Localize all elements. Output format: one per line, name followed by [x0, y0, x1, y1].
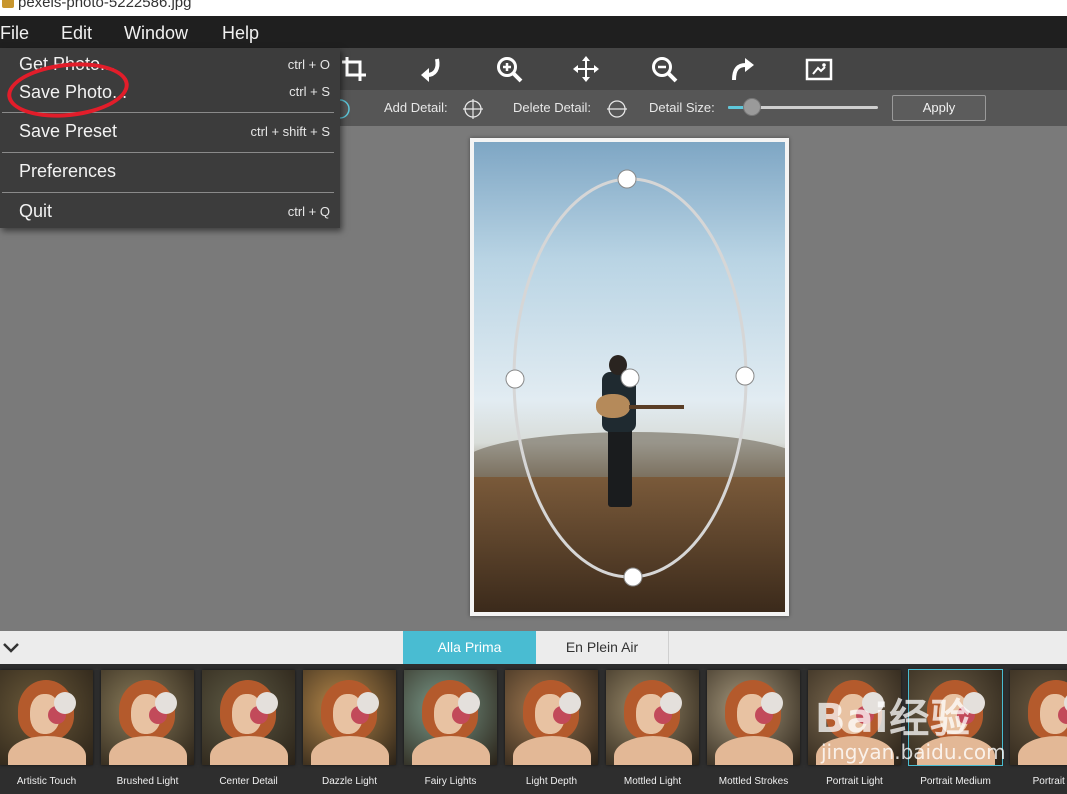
portrait-flower [761, 692, 783, 714]
preset-thumbnail[interactable] [303, 670, 396, 765]
rotate-left-button[interactable] [414, 52, 448, 86]
guitar [596, 394, 630, 418]
portrait-flower [256, 692, 278, 714]
save-preset-label: Save Preset [19, 121, 118, 141]
detail-size-slider-thumb[interactable] [743, 98, 761, 116]
preset-thumbnail[interactable] [606, 670, 699, 765]
crop-icon [342, 57, 366, 81]
app-icon [2, 0, 14, 8]
preset-label: Brushed Light [116, 776, 179, 787]
menu-file[interactable]: File [0, 21, 29, 45]
crop-button[interactable] [337, 52, 371, 86]
photo-preview[interactable] [474, 142, 785, 612]
preset-thumbnail[interactable] [505, 670, 598, 765]
watermark-url: jingyan.baidu.com [821, 740, 1006, 764]
menu-divider [2, 152, 334, 153]
detail-size-label: Detail Size: [649, 100, 715, 115]
menu-bar: File Edit Window Help [0, 16, 1067, 48]
add-detail-label: Add Detail: [384, 100, 448, 115]
preset-label: Mottled Strokes [718, 776, 789, 787]
delete-detail-label: Delete Detail: [513, 100, 592, 115]
preset-label: Light Depth [525, 776, 578, 787]
preset-thumbnail[interactable] [202, 670, 295, 765]
title-bar: pexels-photo-5222586.jpg [0, 0, 1067, 16]
preset-thumbnail[interactable] [404, 670, 497, 765]
menu-window[interactable]: Window [124, 21, 188, 45]
watermark-text: Bai经验 [815, 696, 972, 742]
portrait-flower [357, 692, 379, 714]
menu-help[interactable]: Help [222, 21, 259, 45]
portrait-flower [660, 692, 682, 714]
save-photo-shortcut: ctrl + S [289, 84, 330, 99]
quit-shortcut: ctrl + Q [287, 204, 330, 219]
preset-label: Fairy Lights [424, 776, 477, 787]
menu-divider [2, 192, 334, 193]
fit-image-icon [805, 58, 833, 81]
figure-legs [608, 427, 632, 507]
preset-thumbnail[interactable] [707, 670, 800, 765]
zoom-in-button[interactable] [492, 52, 526, 86]
delete-detail-icon[interactable] [607, 99, 627, 119]
tab-alla-prima[interactable]: Alla Prima [403, 631, 536, 664]
tab-en-plein-air[interactable]: En Plein Air [536, 631, 669, 664]
get-photo-shortcut: ctrl + O [287, 57, 330, 72]
preset-label: Artistic Touch [16, 776, 77, 787]
menu-item-save-preset[interactable]: Save Preset ctrl + shift + S [0, 114, 340, 154]
preset-thumbnail[interactable] [0, 670, 93, 765]
portrait-flower [54, 692, 76, 714]
portrait-flower [155, 692, 177, 714]
portrait-flower [559, 692, 581, 714]
apply-button[interactable]: Apply [892, 95, 986, 121]
menu-item-preferences[interactable]: Preferences [0, 154, 340, 194]
zoom-out-icon [652, 57, 678, 83]
preset-label: Center Detail [219, 776, 278, 787]
redo-button[interactable] [725, 52, 759, 86]
window-title: pexels-photo-5222586.jpg [18, 0, 192, 11]
figure-head [609, 355, 627, 375]
move-icon [573, 56, 599, 82]
chevron-down-icon[interactable] [2, 640, 20, 656]
fit-image-button[interactable] [802, 52, 836, 86]
preset-thumbnail[interactable] [101, 670, 194, 765]
preset-label: Mottled Light [623, 776, 682, 787]
zoom-in-icon [497, 57, 523, 83]
preferences-label: Preferences [19, 161, 117, 181]
rotate-left-icon [421, 58, 440, 82]
menu-item-quit[interactable]: Quit ctrl + Q [0, 194, 340, 234]
move-button[interactable] [569, 52, 603, 86]
watermark: Bai经验 jingyan.baidu.com [815, 678, 1065, 778]
menu-edit[interactable]: Edit [61, 21, 92, 45]
guitar-neck [629, 405, 684, 409]
detail-size-slider[interactable] [728, 98, 878, 116]
add-detail-icon[interactable] [463, 99, 483, 119]
preset-label: Dazzle Light [321, 776, 378, 787]
quit-label: Quit [19, 201, 53, 221]
save-preset-shortcut: ctrl + shift + S [250, 124, 330, 139]
redo-icon [732, 58, 754, 81]
portrait-flower [458, 692, 480, 714]
zoom-out-button[interactable] [647, 52, 681, 86]
